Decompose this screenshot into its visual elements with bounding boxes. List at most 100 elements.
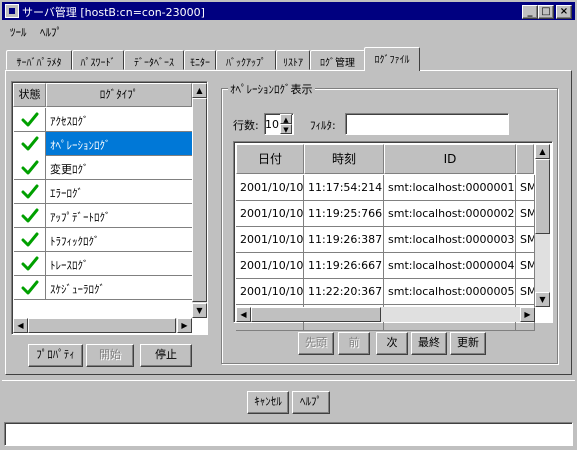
separator (2, 380, 575, 381)
status-cell[interactable] (14, 252, 46, 276)
tab-server-params[interactable]: ｻｰﾊﾞﾊﾟﾗﾒﾀ (6, 50, 72, 70)
log-type-hscrollbar[interactable]: ◀ ▶ (13, 318, 192, 333)
scroll-left-icon[interactable]: ◀ (236, 307, 251, 322)
status-cell[interactable] (14, 204, 46, 228)
scroll-thumb[interactable] (192, 98, 207, 302)
first-page-button[interactable]: 先頭 (298, 332, 334, 355)
table-cell[interactable]: 11:22:20:367 (304, 279, 384, 305)
tab-backup[interactable]: ﾊﾞｯｸｱｯﾌﾟ (216, 50, 276, 70)
scroll-right-icon[interactable]: ▶ (520, 307, 535, 322)
list-item[interactable]: ｵﾍﾟﾚｰｼｮﾝﾛｸﾞ (14, 132, 194, 156)
table-cell[interactable]: smt:localhost:0000001 (384, 175, 516, 201)
status-cell[interactable] (14, 180, 46, 204)
list-item[interactable]: ｴﾗｰﾛｸﾞ (14, 180, 194, 204)
scroll-down-icon[interactable]: ▼ (192, 303, 207, 318)
tab-log-management[interactable]: ﾛｸﾞ管理 (310, 50, 365, 70)
table-cell[interactable]: SM (516, 279, 535, 305)
help-button[interactable]: ﾍﾙﾌﾟ (292, 391, 330, 414)
id-column-header[interactable]: ID (384, 144, 516, 174)
list-item[interactable]: ｱｸｾｽﾛｸﾞ (14, 108, 194, 132)
time-column-header[interactable]: 時刻 (304, 144, 384, 174)
title-bar: サーバ管理 [hostB:cn=con-23000] _ □ × (2, 2, 575, 20)
stop-button[interactable]: 停止 (140, 344, 192, 367)
row-count-spinner[interactable]: 10 ▲ ▼ (264, 113, 294, 135)
log-type-column-header[interactable]: ﾛｸﾞﾀｲﾌﾟ (46, 83, 192, 107)
maximize-button[interactable]: □ (538, 5, 554, 19)
extra-column-header[interactable] (516, 144, 534, 174)
table-cell[interactable]: 2001/10/10 (236, 201, 304, 227)
tab-restore[interactable]: ﾘｽﾄｱ (276, 50, 310, 70)
refresh-button[interactable]: 更新 (450, 332, 486, 355)
scroll-up-icon[interactable]: ▲ (535, 144, 550, 159)
close-button[interactable]: × (556, 5, 572, 19)
scroll-thumb[interactable] (251, 307, 381, 322)
spin-up-icon[interactable]: ▲ (280, 114, 292, 124)
spin-down-icon[interactable]: ▼ (280, 124, 292, 134)
log-type-table: 状態 ﾛｸﾞﾀｲﾌﾟ ｱｸｾｽﾛｸﾞ ｵﾍﾟﾚｰｼｮﾝﾛｸﾞ 変更ﾛｸﾞ ｴﾗｰﾛｸﾞ… (11, 81, 208, 335)
menu-help[interactable]: ﾍﾙﾌﾟ (40, 24, 62, 40)
table-cell[interactable]: 2001/10/10 (236, 279, 304, 305)
table-cell[interactable]: SM (516, 227, 535, 253)
checkmark-icon (21, 256, 39, 271)
scroll-right-icon[interactable]: ▶ (177, 318, 192, 333)
table-cell[interactable]: 11:17:54:214 (304, 175, 384, 201)
list-item[interactable]: ｱｯﾌﾟﾃﾞｰﾄﾛｸﾞ (14, 204, 194, 228)
checkmark-icon (21, 112, 39, 127)
filter-input[interactable] (345, 113, 509, 135)
scroll-thumb[interactable] (28, 318, 176, 333)
status-cell[interactable] (14, 276, 46, 300)
scroll-down-icon[interactable]: ▼ (535, 292, 550, 307)
log-type-label: ｴﾗｰﾛｸﾞ (50, 187, 83, 200)
list-item[interactable]: ｽｹｼﾞｭｰﾗﾛｸﾞ (14, 276, 194, 300)
status-cell[interactable] (14, 156, 46, 180)
log-table-vscrollbar[interactable]: ▲ ▼ (535, 144, 550, 307)
last-page-button[interactable]: 最終 (411, 332, 447, 355)
table-cell[interactable]: 2001/10/10 (236, 227, 304, 253)
scroll-thumb[interactable] (535, 159, 550, 234)
table-cell[interactable]: smt:localhost:0000002 (384, 201, 516, 227)
next-page-button[interactable]: 次 (376, 332, 408, 355)
row-count-label: 行数: (233, 119, 259, 132)
log-type-label: ﾄﾚｰｽﾛｸﾞ (50, 259, 89, 272)
table-cell[interactable]: SM (516, 201, 535, 227)
checkmark-icon (21, 232, 39, 247)
cancel-button[interactable]: ｷｬﾝｾﾙ (247, 391, 289, 414)
table-cell[interactable]: 2001/10/10 (236, 253, 304, 279)
log-table-hscrollbar[interactable]: ◀ ▶ (236, 307, 535, 322)
checkmark-icon (21, 160, 39, 175)
list-item[interactable]: ﾄﾗﾌｨｯｸﾛｸﾞ (14, 228, 194, 252)
table-cell[interactable]: smt:localhost:0000004 (384, 253, 516, 279)
table-cell[interactable]: SM (516, 175, 535, 201)
date-column-header[interactable]: 日付 (236, 144, 304, 174)
table-cell[interactable]: 11:19:25:766 (304, 201, 384, 227)
table-cell[interactable]: smt:localhost:0000005 (384, 279, 516, 305)
table-cell[interactable]: smt:localhost:0000003 (384, 227, 516, 253)
log-type-label: ｱｸｾｽﾛｸﾞ (50, 115, 89, 128)
checkmark-icon (21, 136, 39, 151)
prev-page-button[interactable]: 前 (338, 332, 370, 355)
start-button[interactable]: 開始 (86, 344, 134, 367)
scroll-up-icon[interactable]: ▲ (192, 83, 207, 98)
list-item[interactable]: ﾄﾚｰｽﾛｸﾞ (14, 252, 194, 276)
status-cell[interactable] (14, 108, 46, 132)
properties-button[interactable]: ﾌﾟﾛﾊﾟﾃｨ (28, 344, 83, 367)
scroll-left-icon[interactable]: ◀ (13, 318, 28, 333)
table-cell[interactable]: 2001/10/10 (236, 175, 304, 201)
tab-database[interactable]: ﾃﾞｰﾀﾍﾞｰｽ (124, 50, 184, 70)
table-cell[interactable]: 11:19:26:387 (304, 227, 384, 253)
table-cell[interactable]: SM (516, 253, 535, 279)
operation-log-group-title: ｵﾍﾟﾚｰｼｮﾝﾛｸﾞ表示 (228, 81, 315, 97)
status-column-header[interactable]: 状態 (13, 83, 46, 107)
row-count-value: 10 (265, 118, 279, 131)
status-cell[interactable] (14, 228, 46, 252)
tab-password[interactable]: ﾊﾟｽﾜｰﾄﾞ (72, 50, 124, 70)
table-cell[interactable]: 11:19:26:667 (304, 253, 384, 279)
tab-log-file[interactable]: ﾛｸﾞﾌｧｲﾙ (364, 47, 420, 71)
tab-monitor[interactable]: ﾓﾆﾀｰ (184, 50, 216, 70)
minimize-button[interactable]: _ (522, 5, 538, 19)
menu-tools[interactable]: ﾂｰﾙ (10, 24, 27, 40)
status-cell[interactable] (14, 132, 46, 156)
list-item[interactable]: 変更ﾛｸﾞ (14, 156, 194, 180)
log-type-vscrollbar[interactable]: ▲ ▼ (192, 83, 207, 318)
window-title: サーバ管理 [hostB:cn=con-23000] (22, 6, 205, 19)
